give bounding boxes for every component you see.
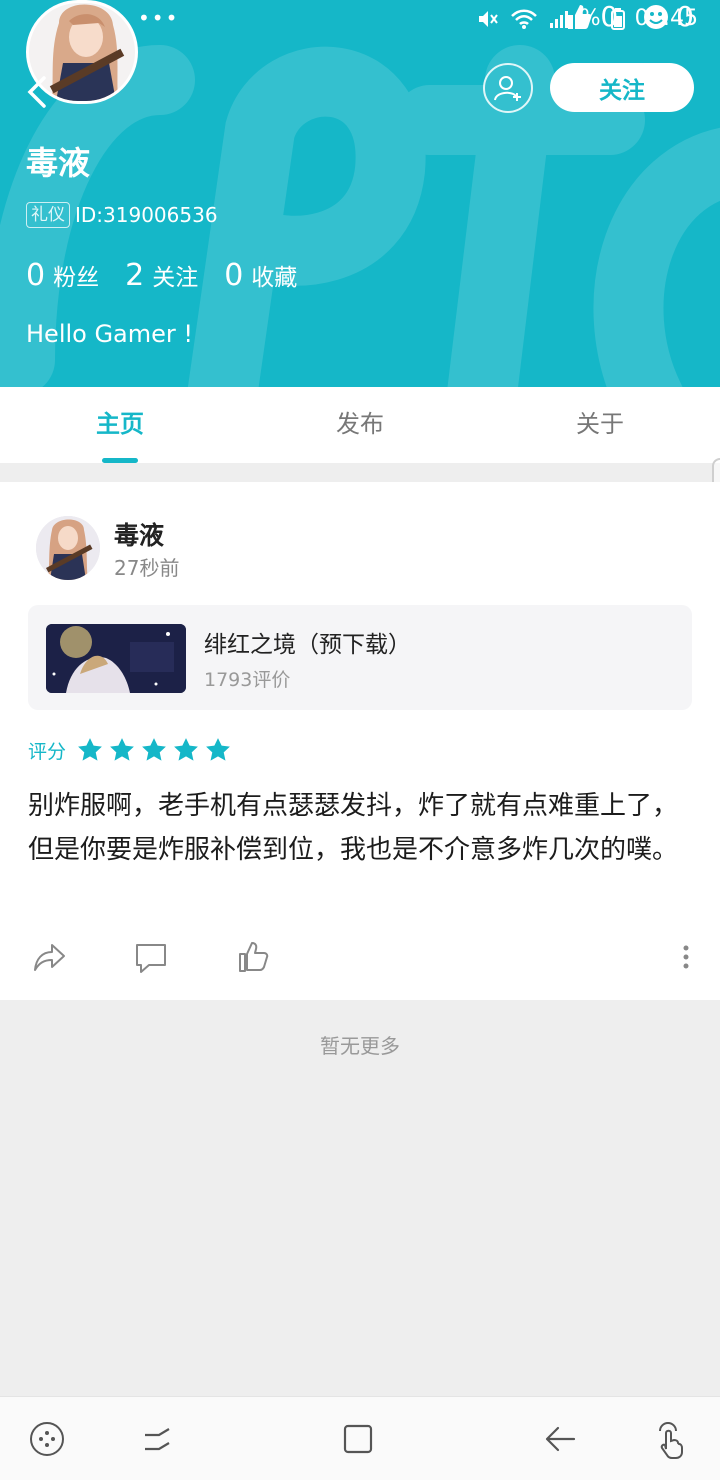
status-notification-dots: ••• xyxy=(138,6,180,30)
game-cover-image xyxy=(46,624,186,693)
like-icon[interactable] xyxy=(233,937,273,977)
wifi-icon xyxy=(510,9,537,29)
follow-button[interactable]: 关注 xyxy=(550,63,694,112)
star-icon xyxy=(78,738,102,761)
share-icon[interactable] xyxy=(30,937,70,977)
back-icon[interactable] xyxy=(24,72,52,112)
rating-label: 评分 xyxy=(28,740,67,763)
stat-fans-count: 0 xyxy=(26,258,46,293)
stat-fans-label: 粉丝 xyxy=(53,265,100,291)
post-avatar-image xyxy=(36,516,100,580)
thumbs-up-overlay-icon xyxy=(568,4,592,29)
star-icon xyxy=(142,738,166,761)
floating-reactions: 0 0 xyxy=(564,0,694,33)
post-body: 别炸服啊，老手机有点瑟瑟发抖，炸了就有点难重上了，但是你要是炸服补偿到位，我也是… xyxy=(28,791,679,865)
mute-icon xyxy=(478,10,498,27)
back-nav-icon[interactable] xyxy=(540,1419,580,1459)
stat-following[interactable]: 2 关注 xyxy=(125,258,198,293)
post-author-avatar[interactable] xyxy=(36,516,100,580)
star-icon xyxy=(206,738,230,761)
post-card[interactable]: 毒液 27秒前 绯红之境（预下载） 1793评价 评分 别炸服啊，老手机有点瑟瑟… xyxy=(0,482,720,1000)
post-rating: 评分 xyxy=(28,736,232,764)
game-review-count: 1793评价 xyxy=(204,669,291,691)
system-nav-bar xyxy=(0,1396,720,1480)
profile-username: 毒液 xyxy=(26,144,91,182)
home-icon[interactable] xyxy=(338,1419,378,1459)
comment-icon[interactable] xyxy=(131,937,171,977)
post-timestamp: 27秒前 xyxy=(114,556,180,580)
tab-posts[interactable]: 发布 xyxy=(240,387,480,463)
profile-header: ••• % xyxy=(0,0,720,387)
profile-id: ID:319006536 xyxy=(75,203,218,227)
stat-favorites[interactable]: 0 收藏 xyxy=(224,258,297,293)
post-actions xyxy=(0,937,720,981)
smile-overlay-icon xyxy=(644,4,669,29)
stat-fans[interactable]: 0 粉丝 xyxy=(26,258,99,293)
add-friend-button[interactable] xyxy=(483,63,533,113)
reaction-like-count: 0 xyxy=(600,0,619,33)
add-friend-icon xyxy=(494,76,521,101)
tab-about[interactable]: 关于 xyxy=(480,387,720,463)
star-icon xyxy=(174,738,198,761)
no-more-label: 暂无更多 xyxy=(320,1034,400,1058)
etiquette-badge[interactable]: 礼仪 xyxy=(26,202,70,228)
profile-tabs: 主页 发布 关于 xyxy=(0,387,720,463)
profile-bio: Hello Gamer ! xyxy=(26,320,194,348)
tab-home[interactable]: 主页 xyxy=(0,387,240,463)
reaction-smile-count: 0 xyxy=(676,0,694,33)
game-thumbnail xyxy=(46,624,186,693)
game-link-card[interactable]: 绯红之境（预下载） 1793评价 xyxy=(28,605,692,710)
rating-stars xyxy=(76,736,232,764)
stat-favorites-label: 收藏 xyxy=(251,265,298,291)
game-title: 绯红之境（预下载） xyxy=(204,632,411,658)
touch-icon[interactable] xyxy=(650,1419,690,1459)
game-tools-icon[interactable] xyxy=(27,1419,67,1459)
stat-favorites-count: 0 xyxy=(224,258,244,293)
recents-icon[interactable] xyxy=(137,1419,177,1459)
more-icon[interactable] xyxy=(666,937,706,977)
post-author-name[interactable]: 毒液 xyxy=(114,516,164,552)
profile-stats: 0 粉丝 2 关注 0 收藏 xyxy=(26,258,297,293)
star-icon xyxy=(110,738,134,761)
stat-following-count: 2 xyxy=(125,258,145,293)
stat-following-label: 关注 xyxy=(152,265,199,291)
app-screen: ••• % xyxy=(0,0,720,1480)
